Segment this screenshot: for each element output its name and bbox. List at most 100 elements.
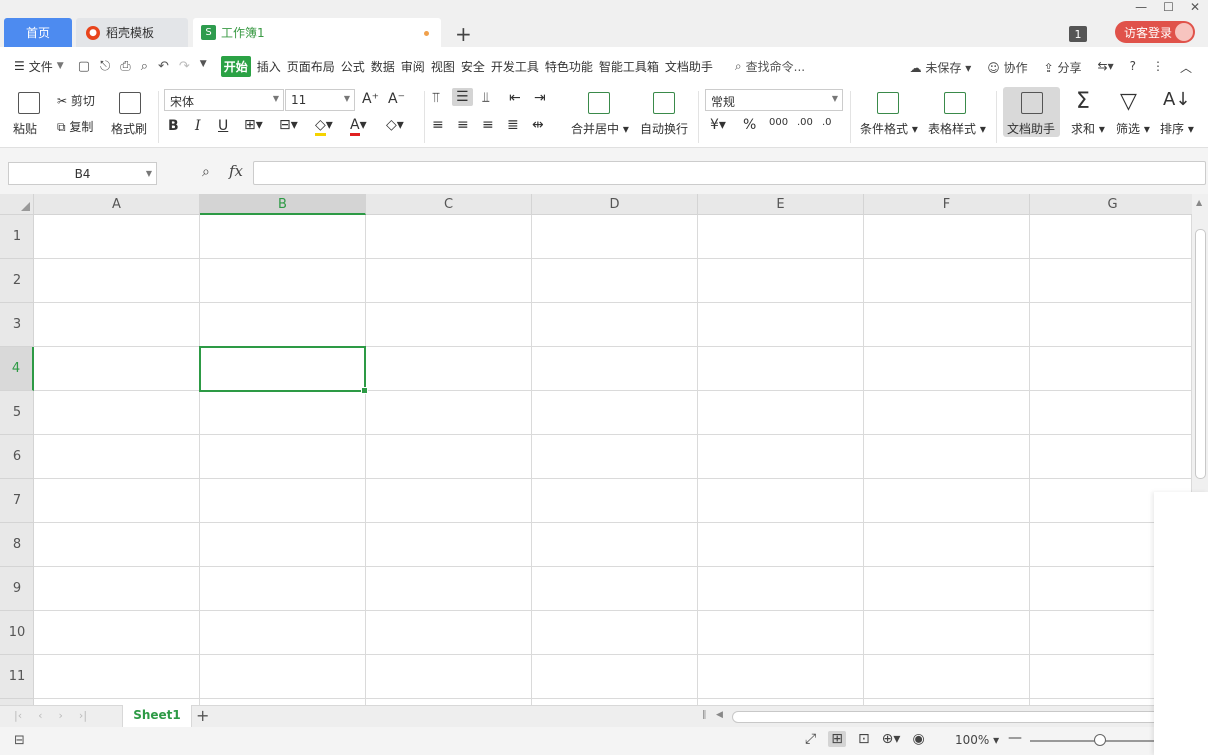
sort-icon[interactable]: A↓ [1163, 89, 1190, 110]
menu-tab-doc-assistant[interactable]: 文档助手 [665, 58, 713, 75]
guest-login-button[interactable]: 访客登录 [1115, 21, 1195, 43]
number-format-select[interactable]: 常规 ▼ [705, 89, 843, 111]
insert-function-icon[interactable]: fx [229, 162, 243, 180]
row-header-6[interactable]: 6 [0, 435, 34, 479]
row-header-9[interactable]: 9 [0, 567, 34, 611]
sum-icon[interactable]: Σ [1076, 89, 1090, 114]
menu-tab-special-features[interactable]: 特色功能 [545, 58, 593, 75]
align-bottom-icon[interactable]: ⫫ [482, 90, 490, 106]
fill-color-icon[interactable]: ◇▾ [315, 117, 333, 136]
redo-icon[interactable]: ↷ [179, 59, 190, 74]
font-size-select[interactable]: 11 ▼ [285, 89, 355, 111]
row-header-7[interactable]: 7 [0, 479, 34, 523]
row-header-5[interactable]: 5 [0, 391, 34, 435]
underline-icon[interactable]: U [218, 118, 228, 134]
justify-icon[interactable]: ≣ [507, 117, 519, 133]
last-sheet-icon[interactable]: ›| [79, 709, 87, 722]
font-name-select[interactable]: 宋体 ▼ [164, 89, 284, 111]
maximize-button[interactable]: ☐ [1163, 0, 1174, 14]
italic-icon[interactable]: I [195, 118, 201, 134]
row-header-8[interactable]: 8 [0, 523, 34, 567]
new-tab-button[interactable]: + [455, 22, 472, 46]
menu-tab-insert[interactable]: 插入 [257, 58, 281, 75]
row-header-10[interactable]: 10 [0, 611, 34, 655]
vertical-scroll-thumb[interactable] [1195, 229, 1206, 479]
menu-tab-security[interactable]: 安全 [461, 58, 485, 75]
filter-button[interactable]: 筛选 ▾ [1116, 120, 1150, 137]
sort-button[interactable]: 排序 ▾ [1160, 120, 1194, 137]
menu-tab-data[interactable]: 数据 [371, 58, 395, 75]
undo-icon[interactable]: ↶ [158, 59, 169, 74]
active-cell-b4[interactable] [199, 346, 368, 394]
help-icon[interactable]: ? [1130, 59, 1136, 76]
unsaved-status-button[interactable]: ☁ 未保存 ▾ [910, 59, 972, 76]
macro-record-icon[interactable]: ⊟ [14, 733, 25, 748]
sum-button[interactable]: 求和 ▾ [1071, 120, 1105, 137]
zoom-slider-handle[interactable] [1094, 734, 1106, 746]
collaborate-button[interactable]: ☺ 协作 [987, 59, 1027, 76]
decrease-font-icon[interactable]: A⁻ [388, 91, 405, 107]
next-sheet-icon[interactable]: › [59, 709, 63, 722]
formula-input[interactable] [253, 161, 1206, 185]
table-style-icon[interactable] [944, 92, 966, 114]
thousands-separator-icon[interactable]: 000 [769, 117, 788, 128]
format-painter-icon[interactable] [119, 92, 141, 114]
borders-icon[interactable]: ⊞▾ [244, 117, 263, 133]
save-icon[interactable]: ▢ [78, 59, 90, 74]
distributed-align-icon[interactable]: ⇹ [532, 117, 544, 133]
scroll-up-icon[interactable]: ▲ [1196, 198, 1202, 207]
merge-center-icon[interactable] [588, 92, 610, 114]
clear-format-icon[interactable]: ◇▾ [386, 117, 404, 133]
eye-protection-icon[interactable]: ◉ [912, 731, 924, 747]
minimize-button[interactable]: — [1135, 0, 1147, 14]
zoom-out-button[interactable]: — [1008, 730, 1022, 746]
menu-tab-review[interactable]: 审阅 [401, 58, 425, 75]
menu-tab-smart-toolbox[interactable]: 智能工具箱 [599, 58, 659, 75]
cell-area[interactable] [34, 215, 1192, 705]
customize-toolbar-icon[interactable]: ▼ [200, 59, 207, 74]
font-color-icon[interactable]: A▾ [350, 117, 367, 136]
print-preview-icon[interactable]: ⌕ [141, 59, 148, 74]
row-header-11[interactable]: 11 [0, 655, 34, 699]
column-header-d[interactable]: D [532, 194, 698, 215]
zoom-level-select[interactable]: 100% ▾ [955, 733, 999, 747]
increase-decimal-icon[interactable]: .00 [797, 117, 813, 128]
align-right-icon[interactable]: ≡ [482, 117, 494, 133]
row-header-3[interactable]: 3 [0, 303, 34, 347]
horizontal-scroll-thumb[interactable] [732, 711, 1172, 723]
add-sheet-button[interactable]: + [196, 706, 209, 725]
page-break-view-icon[interactable]: ⊡ [858, 731, 870, 747]
percent-icon[interactable]: % [743, 117, 756, 133]
name-box[interactable]: B4 ▼ [8, 162, 157, 185]
column-header-b[interactable]: B [200, 194, 366, 215]
column-header-g[interactable]: G [1030, 194, 1192, 215]
select-all-button[interactable] [0, 194, 34, 215]
align-top-icon[interactable]: ⫪ [432, 90, 440, 106]
conditional-format-icon[interactable] [877, 92, 899, 114]
close-button[interactable]: ✕ [1190, 0, 1200, 14]
format-painter-button[interactable]: 格式刷 [111, 120, 147, 137]
normal-view-icon[interactable]: ⊞ [828, 731, 846, 747]
column-header-f[interactable]: F [864, 194, 1030, 215]
zoom-slider-track[interactable] [1030, 740, 1154, 742]
conditional-format-button[interactable]: 条件格式 ▾ [860, 120, 918, 137]
sheet-tab-sheet1[interactable]: Sheet1 [122, 705, 192, 728]
column-header-c[interactable]: C [366, 194, 532, 215]
menu-tab-page-layout[interactable]: 页面布局 [287, 58, 335, 75]
merge-center-button[interactable]: 合并居中 ▾ [571, 120, 629, 137]
first-sheet-icon[interactable]: |‹ [14, 709, 22, 722]
menu-tab-developer[interactable]: 开发工具 [491, 58, 539, 75]
tab-workbook[interactable]: S 工作簿1 [193, 18, 441, 47]
increase-indent-icon[interactable]: ⇥ [534, 90, 546, 106]
horizontal-scrollbar[interactable]: ‖ ◀ [700, 710, 1172, 724]
wrap-text-icon[interactable] [653, 92, 675, 114]
menu-tab-home[interactable]: 开始 [220, 55, 251, 77]
collapse-ribbon-icon[interactable]: ︿ [1180, 59, 1192, 76]
layout-toggle-icon[interactable]: ⇆▾ [1098, 59, 1114, 76]
wrap-text-button[interactable]: 自动换行 [640, 120, 688, 137]
fullscreen-icon[interactable]: ⤢ [805, 731, 816, 747]
decrease-indent-icon[interactable]: ⇤ [509, 90, 521, 106]
row-header-2[interactable]: 2 [0, 259, 34, 303]
row-header-1[interactable]: 1 [0, 215, 34, 259]
prev-sheet-icon[interactable]: ‹ [38, 709, 42, 722]
